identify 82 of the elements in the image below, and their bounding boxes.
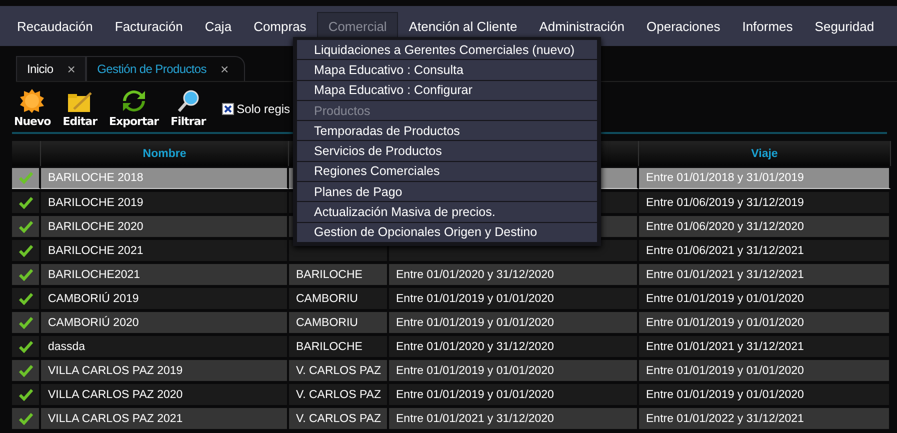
table-cell: CAMBORIU	[289, 312, 389, 333]
menu-item[interactable]: Facturación	[104, 12, 194, 40]
column-header[interactable]: Viaje	[639, 141, 891, 166]
toolbar-button[interactable]: Filtrar	[168, 88, 208, 128]
menu-entry[interactable]: Temporadas de Productos	[297, 121, 597, 140]
check-icon	[18, 316, 32, 328]
toolbar-button[interactable]: Nuevo	[12, 88, 53, 128]
table-cell: Entre 01/01/2020 y 31/12/2020	[389, 336, 639, 357]
search-icon	[175, 88, 202, 114]
menu-entry[interactable]: Mapa Educativo : Consulta	[297, 60, 597, 80]
check-icon	[18, 244, 32, 256]
table-cell: Entre 01/01/2021 y 31/12/2020	[389, 408, 639, 429]
menu-entry[interactable]: Liquidaciones a Gerentes Comerciales (nuevo)	[297, 40, 597, 60]
table-cell: dassda	[41, 336, 289, 357]
table-cell: VILLA CARLOS PAZ 2019	[41, 360, 289, 381]
table-cell: Entre 01/06/2020 y 31/12/2020	[639, 216, 891, 237]
column-header[interactable]: Nombre	[41, 141, 289, 166]
check-icon	[18, 196, 32, 208]
table-cell: Entre 01/01/2021 y 31/12/2021	[639, 336, 891, 357]
table-cell: Entre 01/06/2019 y 31/12/2019	[639, 192, 891, 213]
table-cell: Entre 01/06/2021 y 31/12/2021	[639, 240, 891, 261]
table-cell: Entre 01/01/2019 y 01/01/2020	[389, 384, 639, 405]
tab[interactable]: Inicio ×	[16, 56, 86, 81]
table-cell: VILLA CARLOS PAZ 2021	[41, 408, 289, 429]
check-icon	[18, 220, 32, 232]
table-cell: V. CARLOS PAZ	[289, 360, 389, 381]
table-cell: Entre 01/01/2018 y 31/01/2019	[639, 168, 891, 189]
table-cell: BARILOCHE2021	[41, 264, 289, 285]
checkbox-label: Solo regis	[236, 102, 290, 116]
menu-item[interactable]: Informes	[731, 12, 804, 40]
menu-item[interactable]: Caja	[194, 12, 243, 40]
check-icon	[18, 340, 32, 352]
refresh-arrows-icon	[120, 88, 147, 114]
table-cell: Entre 01/01/2019 y 01/01/2020	[639, 312, 891, 333]
table-cell: BARILOCHE 2020	[41, 216, 289, 237]
check-icon	[18, 268, 32, 280]
table-cell: Entre 01/01/2022 y 31/12/2021	[639, 408, 891, 429]
table-cell: Entre 01/01/2021 y 31/12/2021	[639, 264, 891, 285]
table-cell: Entre 01/01/2020 y 31/12/2020	[389, 264, 639, 285]
menu-entry[interactable]: Servicios de Productos	[297, 141, 597, 161]
tab[interactable]: Gestión de Productos ×	[86, 56, 246, 81]
table-cell: BARILOCHE	[289, 264, 389, 285]
table-cell: Entre 01/01/2019 y 01/01/2020	[389, 312, 639, 333]
menu-entry[interactable]: Mapa Educativo : Configurar	[297, 80, 597, 100]
table-cell: BARILOCHE 2018	[41, 168, 289, 189]
table-cell: CAMBORIÚ 2019	[41, 288, 289, 309]
close-icon[interactable]: ×	[220, 61, 228, 77]
check-icon	[18, 292, 32, 304]
check-icon	[18, 388, 32, 400]
toolbar-button[interactable]: Exportar	[107, 88, 161, 128]
menu-item[interactable]: Administración	[528, 12, 636, 40]
table-cell: V. CARLOS PAZ	[289, 384, 389, 405]
column-header	[12, 141, 41, 166]
table-cell: Entre 01/01/2019 y 01/01/2020	[389, 360, 639, 381]
close-icon[interactable]: ×	[67, 61, 76, 77]
menu-item[interactable]: Operaciones	[636, 12, 732, 40]
table-cell: CAMBORIÚ 2020	[41, 312, 289, 333]
checkbox[interactable]	[222, 103, 234, 115]
table-cell: Entre 01/01/2019 y 01/01/2020	[639, 288, 891, 309]
table-cell: Entre 01/01/2019 y 01/01/2020	[389, 288, 639, 309]
table-cell: BARILOCHE 2019	[41, 192, 289, 213]
menu-item[interactable]: Compras	[242, 12, 318, 40]
table-cell: CAMBORIU	[289, 288, 389, 309]
check-icon	[18, 412, 32, 424]
menu-entry[interactable]: Gestion de Opcionales Origen y Destino	[297, 222, 597, 242]
menu-entry[interactable]: Planes de Pago	[297, 182, 597, 202]
menu-item[interactable]: Atención al Cliente	[398, 12, 528, 40]
menu-entry[interactable]: Actualización Masiva de precios.	[297, 202, 597, 222]
menu-item[interactable]: Seguridad	[804, 12, 886, 40]
starburst-icon	[19, 88, 46, 114]
menu-item[interactable]: Recaudación	[6, 12, 104, 40]
table-cell: VILLA CARLOS PAZ 2020	[41, 384, 289, 405]
table-cell: Entre 01/01/2019 y 01/01/2020	[639, 384, 891, 405]
folder-pencil-icon	[66, 90, 94, 114]
check-icon	[18, 172, 32, 184]
table-cell: BARILOCHE	[289, 336, 389, 357]
check-icon	[18, 364, 32, 376]
menu-entry[interactable]: Regiones Comerciales	[297, 162, 597, 182]
table-cell: Entre 01/01/2019 y 01/01/2020	[639, 360, 891, 381]
toolbar-button[interactable]: Editar	[60, 90, 99, 128]
table-cell: V. CARLOS PAZ	[289, 408, 389, 429]
table-cell: BARILOCHE 2021	[41, 240, 289, 261]
